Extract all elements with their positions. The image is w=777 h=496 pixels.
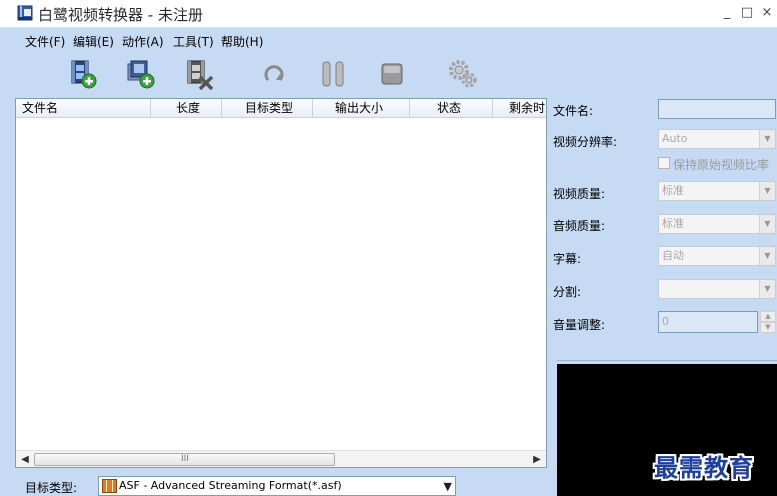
video-quality-value: 标准 [662, 184, 684, 197]
volume-spinner: ▲ ▼ [760, 311, 776, 333]
column-header-status[interactable]: 状态 [410, 99, 493, 118]
film-app-icon [17, 5, 33, 21]
resolution-label: 视频分辨率: [553, 135, 618, 149]
menu-file[interactable]: 文件(F) [25, 33, 65, 50]
menu-bar: 文件(F) 编辑(E) 动作(A) 工具(T) 帮助(H) [0, 30, 777, 52]
window-title: 白鹭视频转换器 - 未注册 [38, 6, 203, 24]
scroll-thumb[interactable]: III [34, 453, 335, 466]
chevron-down-icon: ▼ [759, 215, 775, 233]
column-header-target-type[interactable]: 目标类型 [222, 99, 313, 118]
target-type-label: 目标类型: [25, 481, 78, 495]
menu-action[interactable]: 动作(A) [122, 33, 164, 50]
column-header-remaining[interactable]: 剩余时 [493, 99, 546, 118]
chevron-down-icon: ▼ [759, 182, 775, 200]
scroll-grip-icon: III [181, 454, 189, 464]
keep-ratio-label: 保持原始视频比率 [673, 158, 770, 172]
horizontal-scrollbar[interactable]: ◀ III ▶ [16, 450, 546, 467]
maximize-button[interactable]: □ [739, 4, 755, 22]
filename-label: 文件名: [553, 104, 594, 118]
subtitle-select[interactable]: 自动 ▼ [658, 246, 776, 266]
convert-button[interactable] [258, 58, 290, 90]
chevron-down-icon: ▼ [759, 130, 775, 148]
pause-icon [322, 61, 344, 87]
add-file-button[interactable] [68, 58, 100, 90]
filename-input[interactable] [658, 99, 776, 119]
chevron-down-icon: ▼ [759, 280, 775, 298]
film-strip-icon [102, 479, 117, 493]
menu-tools[interactable]: 工具(T) [173, 33, 214, 50]
audio-quality-value: 标准 [662, 217, 684, 230]
target-type-value: ASF - Advanced Streaming Format(*.asf) [119, 479, 342, 492]
chevron-down-icon: ▼ [759, 247, 775, 265]
target-type-select[interactable]: ASF - Advanced Streaming Format(*.asf) ▼ [98, 476, 456, 496]
stop-button[interactable] [376, 58, 408, 90]
split-label: 分割: [553, 285, 582, 299]
resolution-select[interactable]: Auto ▼ [658, 129, 776, 149]
menu-edit[interactable]: 编辑(E) [73, 33, 114, 50]
volume-down-button[interactable]: ▼ [760, 322, 776, 333]
settings-button[interactable] [447, 58, 479, 90]
keep-ratio-checkbox[interactable] [658, 157, 670, 169]
remove-file-button[interactable] [184, 58, 216, 91]
volume-label: 音量调整: [553, 318, 606, 332]
audio-quality-select[interactable]: 标准 ▼ [658, 214, 776, 234]
subtitle-value: 自动 [662, 249, 684, 262]
scroll-left-button[interactable]: ◀ [17, 451, 33, 467]
minimize-button[interactable]: _ [719, 4, 735, 22]
add-folder-icon [127, 60, 155, 89]
video-quality-select[interactable]: 标准 ▼ [658, 181, 776, 201]
close-button[interactable]: × [759, 4, 775, 22]
convert-icon [264, 65, 284, 81]
video-quality-label: 视频质量: [553, 187, 606, 201]
volume-up-button[interactable]: ▲ [760, 311, 776, 322]
chevron-down-icon: ▼ [443, 480, 452, 493]
subtitle-label: 字幕: [553, 252, 582, 266]
watermark: 最需教育 [654, 453, 754, 482]
column-header-output-size[interactable]: 输出大小 [313, 99, 410, 118]
remove-file-icon [187, 60, 214, 91]
column-header-length[interactable]: 长度 [151, 99, 222, 118]
add-folder-button[interactable] [126, 58, 158, 90]
stop-icon [381, 63, 403, 85]
add-file-icon [71, 60, 97, 89]
settings-gears-icon [449, 60, 477, 88]
split-select[interactable]: ▼ [658, 279, 776, 299]
menu-help[interactable]: 帮助(H) [221, 33, 263, 50]
title-bar: 白鹭视频转换器 - 未注册 _ □ × [0, 0, 777, 28]
column-header-filename[interactable]: 文件名 [16, 99, 151, 118]
resolution-value: Auto [662, 132, 688, 145]
pause-button[interactable] [317, 58, 349, 90]
volume-input[interactable]: 0 [658, 311, 758, 333]
audio-quality-label: 音频质量: [553, 219, 606, 233]
file-list-header: 文件名 长度 目标类型 输出大小 状态 剩余时 [16, 99, 546, 118]
panel-divider [557, 360, 777, 361]
scroll-right-button[interactable]: ▶ [529, 451, 545, 467]
file-list[interactable]: 文件名 长度 目标类型 输出大小 状态 剩余时 ◀ III ▶ [15, 98, 547, 468]
